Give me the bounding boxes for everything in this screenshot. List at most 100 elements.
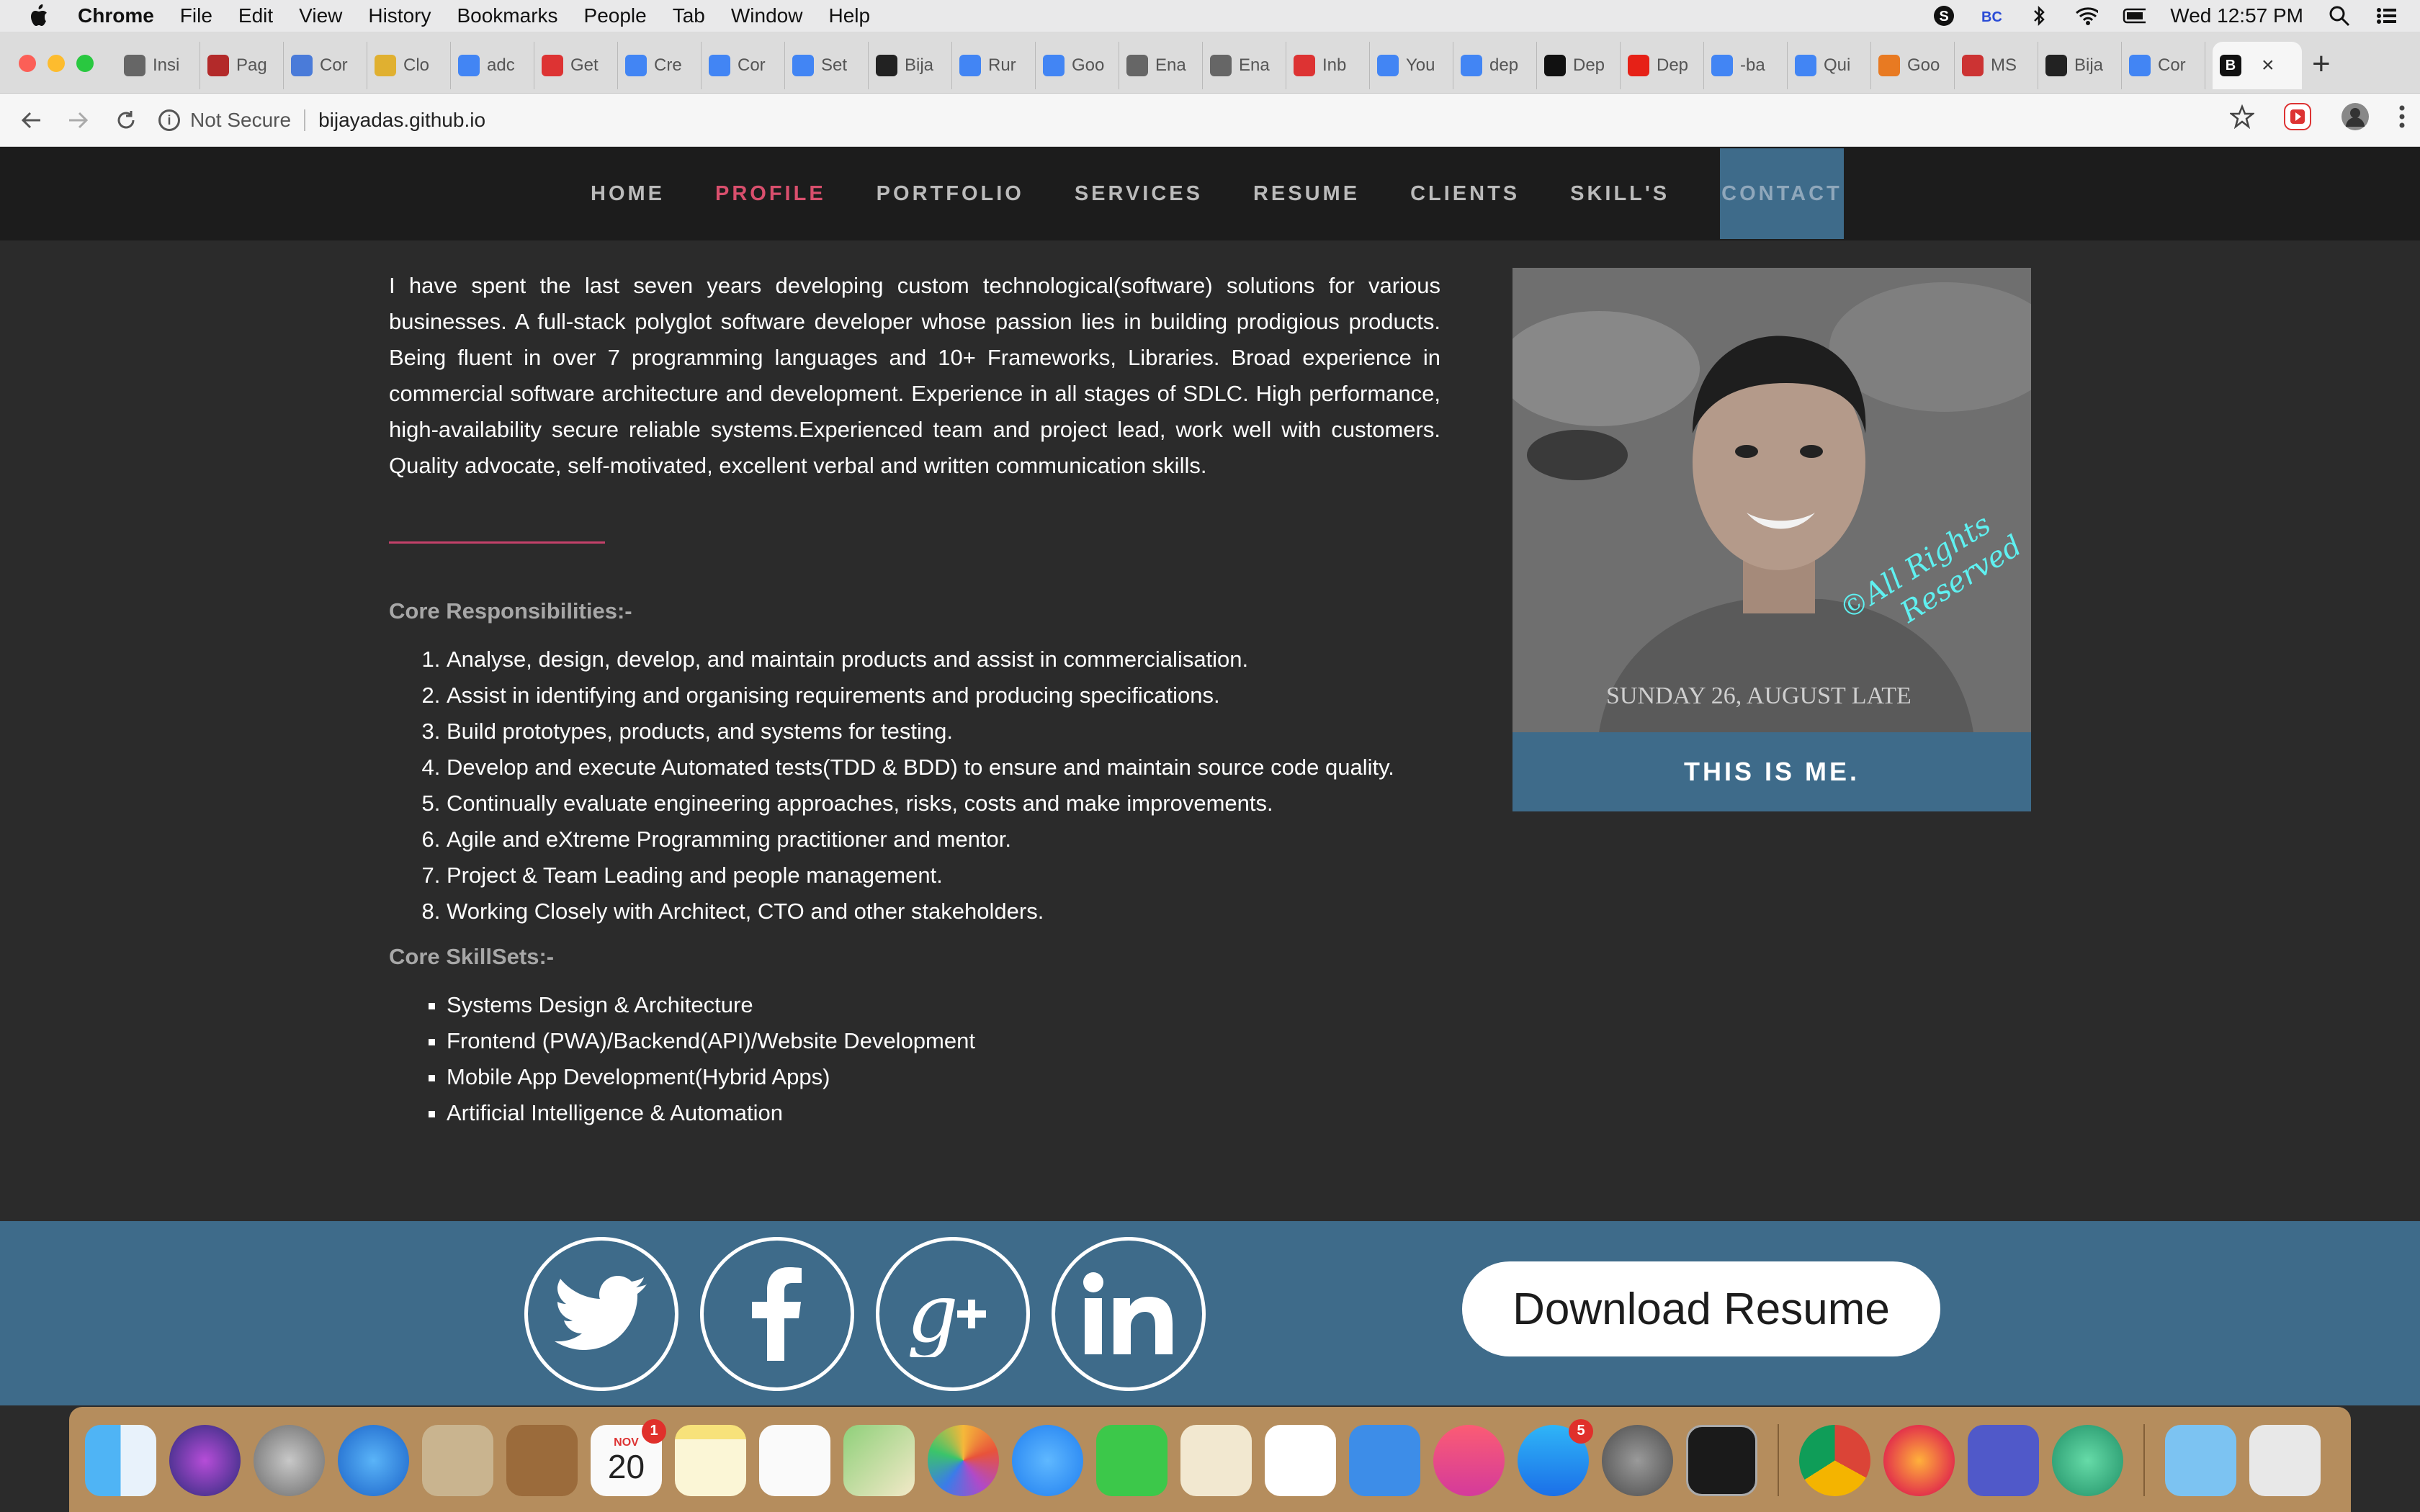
back-button[interactable]: [14, 104, 48, 137]
bookmark-star-icon[interactable]: [2230, 104, 2254, 129]
avatar[interactable]: [2341, 102, 2370, 131]
browser-tab[interactable]: Cor: [2122, 42, 2205, 89]
teams-icon[interactable]: [1968, 1424, 2039, 1496]
browser-tab[interactable]: Dep: [1537, 42, 1621, 89]
google-plus-link[interactable]: g: [876, 1237, 1030, 1391]
spotlight-search-icon[interactable]: [2328, 4, 2351, 27]
browser-tab[interactable]: Cor: [284, 42, 367, 89]
numbers-icon[interactable]: [1265, 1424, 1336, 1496]
linkedin-link[interactable]: [1052, 1237, 1206, 1391]
facetime-icon[interactable]: [1096, 1424, 1168, 1496]
browser-tab[interactable]: Clo: [367, 42, 451, 89]
wifi-icon[interactable]: [2075, 4, 2099, 27]
downloads-folder-icon[interactable]: [2165, 1424, 2236, 1496]
browser-tab[interactable]: Ena: [1119, 42, 1203, 89]
pages-icon[interactable]: [1180, 1424, 1252, 1496]
browser-tab[interactable]: Goo: [1036, 42, 1119, 89]
nav-profile[interactable]: PROFILE: [715, 182, 826, 206]
calendar-icon[interactable]: NOV 20 1: [591, 1418, 666, 1496]
menu-history[interactable]: History: [368, 4, 431, 27]
close-tab-icon[interactable]: ×: [2262, 53, 2275, 78]
mail-stamp-icon[interactable]: [422, 1424, 493, 1496]
browser-tab[interactable]: Bija: [2038, 42, 2122, 89]
nav-home[interactable]: HOME: [591, 182, 665, 206]
download-resume-button[interactable]: Download Resume: [1462, 1261, 1940, 1356]
nav-clients[interactable]: CLIENTS: [1410, 182, 1520, 206]
browser-tab[interactable]: Inb: [1286, 42, 1370, 89]
firefox-icon[interactable]: [1883, 1424, 1955, 1496]
menu-app-name[interactable]: Chrome: [78, 4, 154, 27]
apple-icon[interactable]: [27, 4, 49, 28]
browser-tab[interactable]: MS: [1955, 42, 2038, 89]
menu-window[interactable]: Window: [731, 4, 803, 27]
photos-icon[interactable]: [928, 1424, 999, 1496]
facebook-link[interactable]: [700, 1237, 854, 1391]
menubar-clock[interactable]: Wed 12:57 PM: [2170, 4, 2303, 27]
menu-tab[interactable]: Tab: [673, 4, 705, 27]
messages-icon[interactable]: [1012, 1424, 1083, 1496]
notes-icon[interactable]: [675, 1424, 746, 1496]
app-store-icon[interactable]: 5: [1518, 1418, 1593, 1496]
contacts-icon[interactable]: [506, 1424, 578, 1496]
menu-help[interactable]: Help: [828, 4, 870, 27]
nav-skills[interactable]: SKILL'S: [1570, 182, 1670, 206]
keynote-icon[interactable]: [1349, 1424, 1420, 1496]
chrome-icon[interactable]: [1799, 1424, 1870, 1496]
finder-icon[interactable]: [85, 1424, 156, 1496]
browser-tab[interactable]: Cor: [702, 42, 785, 89]
address-bar[interactable]: i Not Secure bijayadas.github.io: [158, 101, 2233, 140]
browser-tab[interactable]: dep: [1453, 42, 1537, 89]
browser-tab[interactable]: Bija: [869, 42, 952, 89]
extension-icon[interactable]: [2283, 102, 2312, 131]
notification-center-icon[interactable]: [2375, 4, 2398, 27]
browser-tab[interactable]: Cre: [618, 42, 702, 89]
music-icon[interactable]: [1433, 1424, 1505, 1496]
reminders-icon[interactable]: [759, 1424, 830, 1496]
launchpad-icon[interactable]: [254, 1424, 325, 1496]
close-window-button[interactable]: [19, 55, 36, 72]
active-tab[interactable]: B ×: [2213, 42, 2302, 89]
browser-tab[interactable]: Set: [785, 42, 869, 89]
not-secure-label[interactable]: Not Secure: [190, 109, 291, 132]
browser-tab[interactable]: Insi: [117, 42, 200, 89]
terminal-icon[interactable]: [1686, 1424, 1757, 1496]
maps-icon[interactable]: [843, 1424, 915, 1496]
menu-people[interactable]: People: [584, 4, 647, 27]
maximize-window-button[interactable]: [76, 55, 94, 72]
twitter-link[interactable]: [524, 1237, 678, 1391]
menu-edit[interactable]: Edit: [238, 4, 273, 27]
browser-tab[interactable]: Rur: [952, 42, 1036, 89]
nav-contact[interactable]: CONTACT: [1720, 148, 1844, 239]
url-text[interactable]: bijayadas.github.io: [318, 109, 485, 132]
nav-resume[interactable]: RESUME: [1253, 182, 1360, 206]
browser-tab[interactable]: Ena: [1203, 42, 1286, 89]
browser-tab[interactable]: -ba: [1704, 42, 1788, 89]
skype-icon[interactable]: S: [1932, 4, 1955, 27]
browser-tab[interactable]: Qui: [1788, 42, 1871, 89]
more-options-icon[interactable]: [2398, 104, 2406, 129]
browser-tab[interactable]: Pag: [200, 42, 284, 89]
bluetooth-icon[interactable]: [2027, 4, 2051, 27]
forward-button[interactable]: [62, 104, 95, 137]
browser-tab[interactable]: You: [1370, 42, 1453, 89]
nav-services[interactable]: SERVICES: [1075, 182, 1203, 206]
trash-icon[interactable]: [2249, 1424, 2321, 1496]
browser-tab[interactable]: Goo: [1871, 42, 1955, 89]
bluetooth-extra-icon[interactable]: BC: [1980, 4, 2003, 27]
browser-tab[interactable]: Get: [534, 42, 618, 89]
info-icon[interactable]: i: [158, 109, 180, 131]
system-preferences-icon[interactable]: [1602, 1424, 1673, 1496]
menu-view[interactable]: View: [299, 4, 342, 27]
atom-icon[interactable]: [2052, 1424, 2123, 1496]
nav-portfolio[interactable]: PORTFOLIO: [877, 182, 1024, 206]
menu-bookmarks[interactable]: Bookmarks: [457, 4, 557, 27]
browser-tab[interactable]: adc: [451, 42, 534, 89]
reload-button[interactable]: [109, 104, 143, 137]
minimize-window-button[interactable]: [48, 55, 65, 72]
safari-icon[interactable]: [338, 1424, 409, 1496]
browser-tab[interactable]: Dep: [1621, 42, 1704, 89]
siri-icon[interactable]: [169, 1424, 241, 1496]
menu-file[interactable]: File: [180, 4, 212, 27]
new-tab-button[interactable]: +: [2312, 46, 2331, 82]
battery-icon[interactable]: [2123, 4, 2146, 27]
